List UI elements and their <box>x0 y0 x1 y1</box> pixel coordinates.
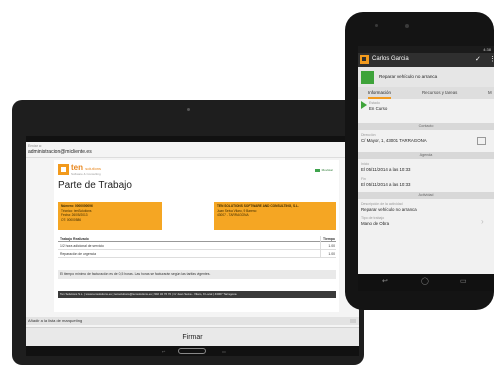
back-icon[interactable]: ↩ <box>162 349 165 354</box>
row-description: Reparación de urgencia <box>60 252 97 256</box>
phone-device: 4:38 Carlos Garcia ✓ ⋮ Reparar vehículo … <box>345 12 494 310</box>
row-time: 1.00 <box>320 250 336 258</box>
section-agenda: Agenda <box>358 152 494 159</box>
email-field[interactable]: administracion@micliente.es <box>28 149 92 155</box>
fin-value: El 05/11/2014 a las 10:33 <box>361 181 411 187</box>
company-city: 43007 - TARRAGONA <box>217 213 249 218</box>
add-to-marketing-label: Añadir a la lista de marquetíng <box>28 318 83 323</box>
sign-button[interactable]: Firmar <box>26 327 359 346</box>
speaker-dot <box>405 24 409 28</box>
report-ot: OT: 00000586 <box>61 217 82 222</box>
chevron-right-icon[interactable]: › <box>481 217 484 226</box>
report-info-box: Número: 0000000096 Técnico: tenSolutions… <box>58 202 162 230</box>
fin-field[interactable]: Fin El 05/11/2014 a las 10:33 <box>358 177 494 187</box>
document-title: Parte de Trabajo <box>58 180 132 191</box>
row-time: 1.00 <box>320 242 336 250</box>
section-actividad: Actividad <box>358 192 494 199</box>
estado-value: En Curso <box>369 105 388 111</box>
work-table: Trabajo Realizado Tiempo 1/2 hora adicio… <box>58 236 336 258</box>
tab-recursos[interactable]: Recursos y tareas <box>422 87 457 99</box>
navigation-bar: ↩ ▭ <box>26 346 359 356</box>
toggle-switch[interactable] <box>350 319 356 323</box>
divider <box>26 157 359 158</box>
status-time: 4:38 <box>483 47 491 52</box>
status-bar: 4:38 <box>358 46 494 53</box>
back-icon[interactable]: ↩ <box>382 277 388 285</box>
estado-field[interactable]: Estado En Curso <box>358 101 494 111</box>
inicio-value: El 05/11/2014 a las 10:33 <box>361 166 411 172</box>
home-icon[interactable] <box>178 348 206 354</box>
camera-dot <box>187 108 190 111</box>
column-header-description: Trabajo Realizado <box>60 237 89 241</box>
task-status-icon <box>361 71 374 84</box>
brand-logo: Movistar <box>315 168 333 172</box>
tab-more[interactable]: M <box>488 87 492 99</box>
table-row: 1/2 hora adicional de servicio 1.00 <box>58 242 336 250</box>
app-bar: Carlos Garcia ✓ ⋮ <box>358 53 494 67</box>
document-footer: Ten Solutions S.L. | www.tensolutions.es… <box>58 291 336 298</box>
recents-icon[interactable]: ▭ <box>222 349 226 354</box>
tab-informacion[interactable]: Información <box>368 87 391 99</box>
phone-screen: 4:38 Carlos Garcia ✓ ⋮ Reparar vehículo … <box>358 46 494 291</box>
tipo-value: Mano de Obra <box>361 220 390 226</box>
tab-bar: Información Recursos y tareas M <box>358 87 494 99</box>
tipo-field[interactable]: Tipo de trabajo Mano de Obra <box>358 216 494 226</box>
work-report-document: ten solutions Software & Consulting Movi… <box>54 160 339 312</box>
inicio-field[interactable]: Inicio El 05/11/2014 a las 10:33 <box>358 162 494 172</box>
home-icon[interactable]: ◯ <box>421 277 429 285</box>
check-icon[interactable]: ✓ <box>475 55 481 63</box>
product-composite: Enviar a: administracion@micliente.es te… <box>0 0 494 367</box>
billing-note: El tiempo mínimo de facturación es de 0,… <box>58 270 336 279</box>
ten-logo-icon <box>58 164 69 175</box>
more-icon[interactable]: ⋮ <box>489 55 494 63</box>
task-title: Reparar vehículo no arranca <box>379 74 438 79</box>
company-info-box: TEN SOLUTIONS SOFTWARE AND CONSULTING, S… <box>214 202 336 230</box>
tablet-device: Enviar a: administracion@micliente.es te… <box>12 100 364 365</box>
map-icon[interactable] <box>477 137 486 145</box>
camera-dot <box>375 24 378 27</box>
app-logo-icon[interactable] <box>360 55 369 64</box>
section-contacto: Contacto <box>358 123 494 130</box>
row-description: 1/2 hora adicional de servicio <box>60 244 104 248</box>
navigation-bar: ↩ ◯ ▭ <box>358 274 494 291</box>
direccion-value: C/ Mayor, 1, 43001 TARRAGONA <box>361 137 427 143</box>
task-header: Reparar vehículo no arranca <box>358 67 494 87</box>
contact-name: Carlos Garcia <box>372 56 409 62</box>
recents-icon[interactable]: ▭ <box>460 277 467 285</box>
status-bar <box>26 136 359 142</box>
add-to-marketing-list[interactable]: Añadir a la lista de marquetíng <box>26 317 359 325</box>
logo-text: ten solutions <box>71 163 102 172</box>
descripcion-field[interactable]: Descripción de la actividad Reparar vehí… <box>358 202 494 212</box>
logo-subtitle: Software & Consulting <box>71 172 101 176</box>
tablet-screen: Enviar a: administracion@micliente.es te… <box>26 136 359 356</box>
table-row: Reparación de urgencia 1.00 <box>58 250 336 258</box>
direccion-field[interactable]: Dirección C/ Mayor, 1, 43001 TARRAGONA <box>358 133 494 143</box>
to-label: Enviar a: <box>28 144 42 148</box>
descripcion-value: Reparar vehículo no arranca <box>361 206 417 212</box>
